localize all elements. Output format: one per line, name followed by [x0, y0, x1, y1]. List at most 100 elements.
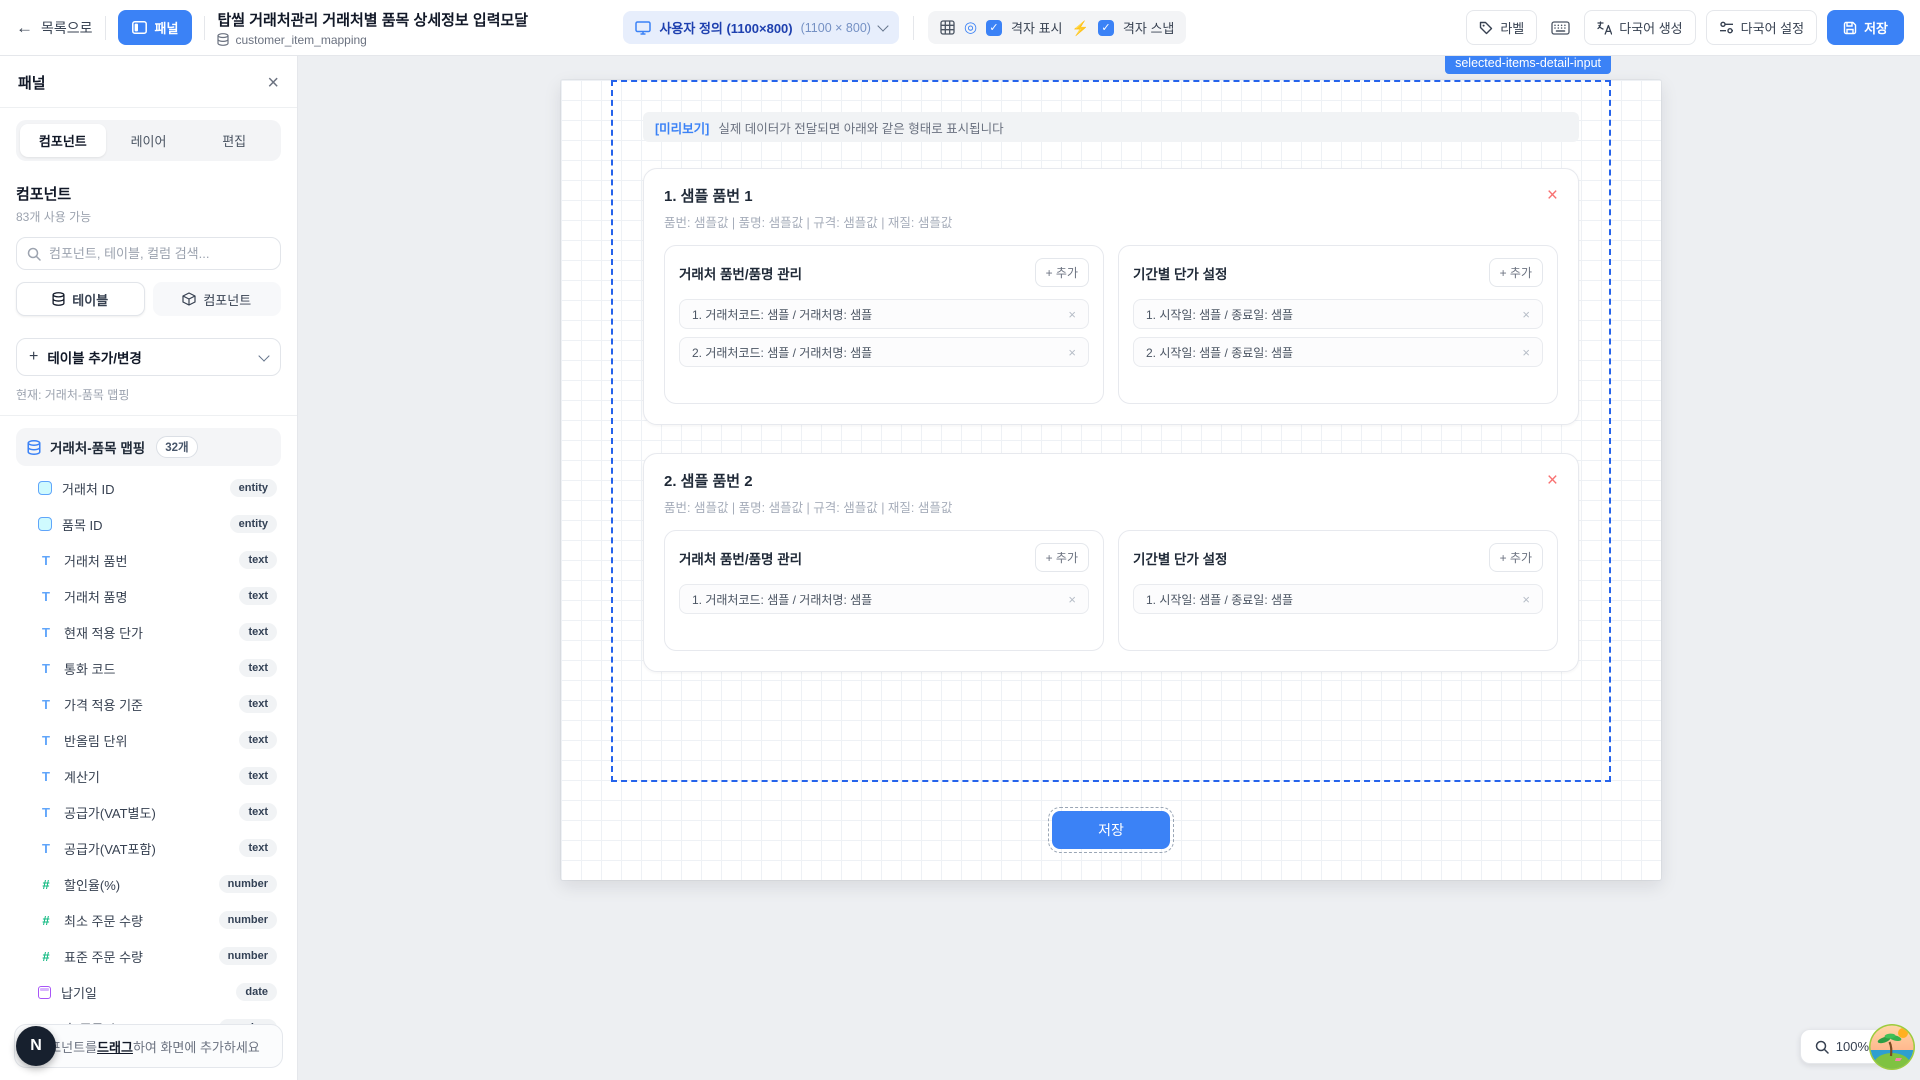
sub-panel-header: 기간별 단가 설정 + 추가	[1133, 258, 1543, 287]
field-label: 거래처 품명	[64, 587, 229, 606]
table-subtitle: customer_item_mapping	[217, 33, 609, 47]
field-label: 반올림 단위	[64, 731, 229, 750]
row-remove-icon[interactable]: ×	[1068, 345, 1076, 360]
eye-icon[interactable]: ◎	[964, 20, 977, 35]
magnifier-icon	[1815, 1040, 1829, 1054]
field-label: 거래처 품번	[64, 551, 229, 570]
selected-component[interactable]: selected-items-detail-input [미리보기] 실제 데이…	[611, 80, 1611, 782]
row-remove-icon[interactable]: ×	[1068, 307, 1076, 322]
field-row[interactable]: 거래처 품번 text	[16, 542, 281, 578]
sidebar-tabs: 컴포넌트 레이어 편집	[16, 120, 281, 161]
sub-panel-header: 거래처 품번/품명 관리 + 추가	[679, 258, 1089, 287]
card-close-icon[interactable]: ×	[1547, 471, 1558, 490]
component-search[interactable]	[16, 237, 281, 270]
field-row[interactable]: 품목 ID entity	[16, 506, 281, 542]
main-layout: 패널 × 컴포넌트 레이어 편집 컴포넌트 83개 사용 가능	[0, 56, 1920, 1080]
label-button[interactable]: 라벨	[1466, 10, 1537, 45]
source-table-button[interactable]: 테이블	[16, 282, 145, 316]
grid-options-group: ◎ ✓ 격자 표시 ⚡ ✓ 격자 스냅	[928, 11, 1186, 44]
divider	[913, 16, 914, 40]
add-table-dropdown[interactable]: + 테이블 추가/변경	[16, 338, 281, 376]
design-canvas[interactable]: selected-items-detail-input [미리보기] 실제 데이…	[298, 56, 1920, 1080]
row-label: 2. 시작일: 샘플 / 종료일: 샘플	[1146, 344, 1293, 361]
field-type-icon	[38, 588, 54, 604]
panel-add-button[interactable]: + 추가	[1489, 258, 1543, 287]
field-type-badge: text	[239, 767, 277, 785]
field-type-icon	[38, 986, 51, 999]
i18n-settings-button[interactable]: 다국어 설정	[1706, 10, 1817, 45]
field-row[interactable]: 할인율(%) number	[16, 866, 281, 902]
panel-add-button[interactable]: + 추가	[1035, 258, 1089, 287]
n-avatar[interactable]: N	[16, 1026, 56, 1066]
source-component-button[interactable]: 컴포넌트	[153, 282, 282, 316]
row-remove-icon[interactable]: ×	[1522, 307, 1530, 322]
preview-card: 1. 샘플 품번 1 × 품번: 샘플값 | 품명: 샘플값 | 규격: 샘플값…	[643, 168, 1579, 425]
tab-layers[interactable]: 레이어	[106, 124, 192, 157]
field-type-badge: text	[239, 659, 277, 677]
zoom-value: 100%	[1836, 1039, 1869, 1054]
i18n-settings-text: 다국어 설정	[1741, 18, 1804, 37]
i18n-generate-button[interactable]: 다국어 생성	[1584, 10, 1695, 45]
panel-row: 2. 시작일: 샘플 / 종료일: 샘플 ×	[1133, 337, 1543, 367]
field-type-icon	[38, 552, 54, 568]
field-row[interactable]: 표준 주문 수량 number	[16, 938, 281, 974]
field-type-icon	[38, 696, 54, 712]
field-type-icon	[38, 660, 54, 676]
artboard[interactable]: selected-items-detail-input [미리보기] 실제 데이…	[561, 80, 1661, 880]
close-icon[interactable]: ×	[267, 73, 279, 93]
field-row[interactable]: 거래처 ID entity	[16, 470, 281, 506]
field-type-badge: number	[219, 875, 277, 893]
grid-icon	[940, 20, 955, 35]
field-type-icon	[38, 948, 54, 964]
tab-edit[interactable]: 편집	[191, 124, 277, 157]
field-type-badge: entity	[230, 515, 277, 533]
save-button[interactable]: 저장	[1827, 10, 1904, 45]
field-row[interactable]: 가격 적용 기준 text	[16, 686, 281, 722]
field-row[interactable]: 공급가(VAT포함) text	[16, 830, 281, 866]
divider	[0, 415, 297, 416]
app-header: ← 목록으로 패널 탑씰 거래처관리 거래처별 품목 상세정보 입력모달 cus…	[0, 0, 1920, 56]
row-remove-icon[interactable]: ×	[1522, 345, 1530, 360]
back-arrow-icon: ←	[16, 18, 33, 38]
back-to-list-button[interactable]: ← 목록으로	[16, 18, 93, 38]
field-label: 거래처 ID	[62, 479, 220, 498]
lightning-icon[interactable]: ⚡	[1071, 21, 1088, 35]
field-row[interactable]: 현재 적용 단가 text	[16, 614, 281, 650]
sidebar-panel-icon	[132, 21, 147, 34]
keyboard-shortcuts-button[interactable]	[1547, 17, 1574, 39]
field-row[interactable]: 반올림 단위 text	[16, 722, 281, 758]
search-icon	[27, 247, 41, 261]
source-table-label: 테이블	[72, 290, 108, 309]
panel-add-button[interactable]: + 추가	[1035, 543, 1089, 572]
sub-panel-header: 거래처 품번/품명 관리 + 추가	[679, 543, 1089, 572]
preview-tag: [미리보기]	[655, 118, 709, 137]
row-remove-icon[interactable]: ×	[1068, 592, 1076, 607]
search-input[interactable]	[49, 246, 270, 261]
preview-banner: [미리보기] 실제 데이터가 전달되면 아래와 같은 형태로 표시됩니다	[643, 112, 1579, 142]
tab-components[interactable]: 컴포넌트	[20, 124, 106, 157]
viewport-size-selector[interactable]: 사용자 정의 (1100×800) (1100 × 800)	[623, 11, 898, 44]
card-subtitle: 품번: 샘플값 | 품명: 샘플값 | 규격: 샘플값 | 재질: 샘플값	[664, 212, 1558, 231]
field-row[interactable]: 거래처 품명 text	[16, 578, 281, 614]
card-close-icon[interactable]: ×	[1547, 186, 1558, 205]
field-row[interactable]: 공급가(VAT별도) text	[16, 794, 281, 830]
field-type-badge: text	[239, 731, 277, 749]
field-row[interactable]: 최소 주문 수량 number	[16, 902, 281, 938]
grid-snap-checkbox[interactable]: ✓	[1098, 20, 1114, 36]
table-group-header[interactable]: 거래처-품목 맵핑 32개	[16, 428, 281, 466]
panel-rows: 1. 시작일: 샘플 / 종료일: 샘플 ×	[1133, 584, 1543, 614]
database-icon	[217, 33, 229, 46]
field-label: 가격 적용 기준	[64, 695, 229, 714]
panel-title: 거래처 품번/품명 관리	[679, 263, 802, 283]
field-row[interactable]: 통화 코드 text	[16, 650, 281, 686]
panel-toggle-button[interactable]: 패널	[118, 10, 193, 45]
header-left: ← 목록으로 패널 탑씰 거래처관리 거래처별 품목 상세정보 입력모달 cus…	[16, 9, 609, 47]
modal-save-button[interactable]: 저장	[1052, 811, 1170, 849]
grid-show-checkbox[interactable]: ✓	[986, 20, 1002, 36]
components-section-title: 컴포넌트	[16, 183, 281, 204]
field-row[interactable]: 계산기 text	[16, 758, 281, 794]
panel-add-button[interactable]: + 추가	[1489, 543, 1543, 572]
row-remove-icon[interactable]: ×	[1522, 592, 1530, 607]
field-row[interactable]: 납기일 date	[16, 974, 281, 1010]
island-badge-icon[interactable]	[1868, 1023, 1916, 1071]
